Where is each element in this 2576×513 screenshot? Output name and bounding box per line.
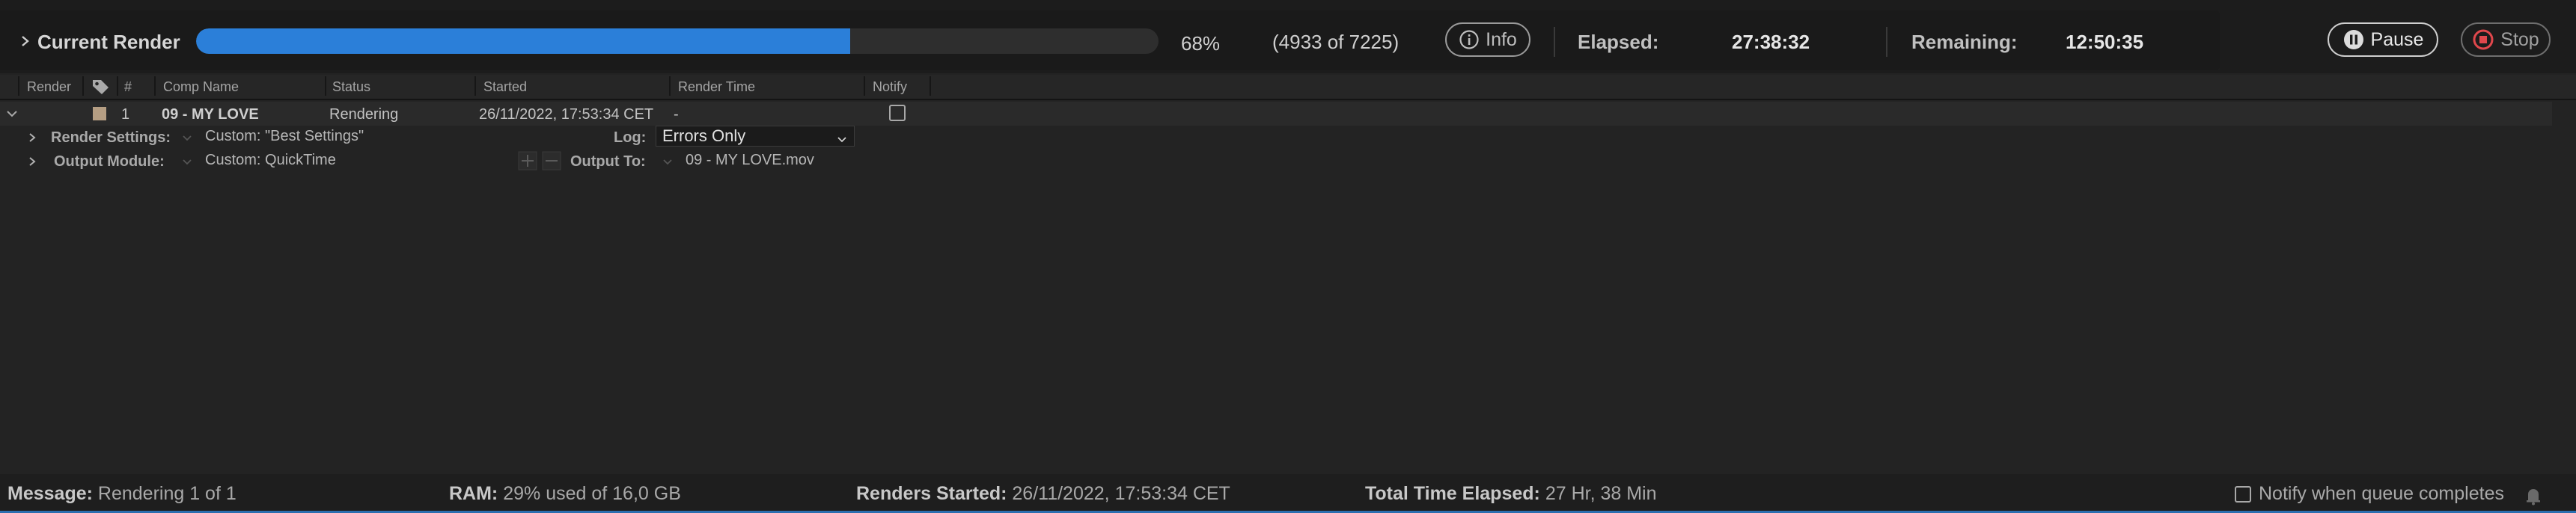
render-progress-fill bbox=[196, 28, 851, 54]
info-icon bbox=[1459, 29, 1480, 50]
chevron-down-icon bbox=[836, 130, 848, 143]
message-label: Message: bbox=[7, 483, 93, 504]
render-settings-dropdown-icon[interactable] bbox=[181, 132, 193, 144]
column-render-time[interactable]: Render Time bbox=[678, 79, 755, 95]
pause-button-label: Pause bbox=[2370, 28, 2424, 50]
render-queue-column-header: Render # Comp Name Status Started Render… bbox=[0, 75, 2576, 100]
column-divider bbox=[117, 76, 118, 96]
collapse-item-chevron-icon[interactable] bbox=[4, 106, 19, 121]
total-elapsed-value: 27 Hr, 38 Min bbox=[1545, 483, 1657, 504]
expand-render-settings-chevron-icon[interactable] bbox=[25, 130, 39, 145]
render-queue-item-row[interactable]: 1 09 - MY LOVE Rendering 26/11/2022, 17:… bbox=[0, 102, 2552, 126]
renders-started-value: 26/11/2022, 17:53:34 CET bbox=[1012, 483, 1230, 504]
stop-button[interactable]: Stop bbox=[2461, 22, 2551, 57]
column-comp-name[interactable]: Comp Name bbox=[163, 79, 239, 95]
column-divider bbox=[864, 76, 865, 96]
renders-started-label: Renders Started: bbox=[856, 483, 1007, 504]
item-status: Rendering bbox=[329, 106, 399, 123]
elapsed-value: 27:38:32 bbox=[1732, 31, 1810, 53]
remove-output-module-icon[interactable] bbox=[542, 151, 561, 171]
ram-label: RAM: bbox=[449, 483, 498, 504]
pause-icon bbox=[2342, 28, 2365, 51]
item-render-time: - bbox=[674, 106, 679, 123]
stop-button-label: Stop bbox=[2500, 28, 2539, 50]
item-notify-checkbox[interactable] bbox=[889, 105, 906, 121]
remaining-value: 12:50:35 bbox=[2066, 31, 2144, 53]
output-module-label: Output Module: bbox=[54, 153, 165, 170]
render-progress-bar bbox=[196, 28, 1159, 54]
pause-button[interactable]: Pause bbox=[2328, 22, 2438, 57]
item-index: 1 bbox=[121, 106, 130, 123]
output-module-dropdown-icon[interactable] bbox=[181, 156, 193, 168]
info-button[interactable]: Info bbox=[1445, 22, 1530, 57]
item-started: 26/11/2022, 17:53:34 CET bbox=[479, 106, 654, 123]
current-render-title: Current Render bbox=[37, 31, 180, 53]
output-module-value[interactable]: Custom: QuickTime bbox=[205, 151, 336, 169]
log-label: Log: bbox=[614, 129, 647, 146]
column-notify[interactable]: Notify bbox=[873, 79, 907, 95]
notification-bell-icon[interactable] bbox=[2522, 485, 2545, 507]
column-render[interactable]: Render bbox=[27, 79, 71, 95]
column-status[interactable]: Status bbox=[332, 79, 370, 95]
column-divider bbox=[930, 76, 931, 96]
render-settings-value[interactable]: Custom: "Best Settings" bbox=[205, 127, 364, 145]
column-divider bbox=[82, 76, 84, 96]
column-divider bbox=[18, 76, 19, 96]
label-tag-icon[interactable] bbox=[91, 78, 111, 96]
column-started[interactable]: Started bbox=[483, 79, 527, 95]
column-divider bbox=[669, 76, 671, 96]
progress-percent: 68% bbox=[1181, 32, 1221, 55]
total-elapsed-label: Total Time Elapsed: bbox=[1365, 483, 1540, 504]
log-select[interactable]: Errors Only bbox=[656, 126, 855, 147]
notify-queue-checkbox[interactable] bbox=[2235, 486, 2251, 503]
frames-count: (4933 of 7225) bbox=[1272, 31, 1400, 53]
column-divider bbox=[154, 76, 156, 96]
ram-value: 29% used of 16,0 GB bbox=[503, 483, 681, 504]
column-divider bbox=[325, 76, 326, 96]
divider bbox=[1554, 27, 1555, 57]
output-to-filename[interactable]: 09 - MY LOVE.mov bbox=[686, 151, 814, 169]
footer-ram: RAM: 29% used of 16,0 GB bbox=[449, 482, 681, 506]
add-output-module-icon[interactable] bbox=[518, 151, 537, 171]
render-settings-label: Render Settings: bbox=[51, 129, 171, 146]
footer-total-elapsed: Total Time Elapsed: 27 Hr, 38 Min bbox=[1365, 482, 1657, 506]
stop-icon bbox=[2472, 28, 2494, 51]
column-divider bbox=[474, 76, 476, 96]
elapsed-label: Elapsed: bbox=[1578, 31, 1659, 53]
expand-output-module-chevron-icon[interactable] bbox=[25, 154, 39, 169]
notify-queue-label[interactable]: Notify when queue completes bbox=[2259, 482, 2504, 506]
message-value: Rendering 1 of 1 bbox=[97, 483, 236, 504]
item-comp-name[interactable]: 09 - MY LOVE bbox=[162, 106, 259, 123]
column-number[interactable]: # bbox=[124, 79, 132, 95]
remaining-label: Remaining: bbox=[1911, 31, 2018, 53]
output-to-dropdown-icon[interactable] bbox=[662, 156, 674, 168]
divider bbox=[1886, 27, 1887, 57]
log-select-value: Errors Only bbox=[662, 126, 746, 145]
item-label-color-swatch[interactable] bbox=[93, 107, 106, 120]
expand-current-render-chevron-icon[interactable] bbox=[16, 30, 34, 52]
footer-renders-started: Renders Started: 26/11/2022, 17:53:34 CE… bbox=[856, 482, 1230, 506]
current-render-bar: Current Render 68% (4933 of 7225) Info E… bbox=[0, 0, 2576, 73]
info-button-label: Info bbox=[1486, 28, 1517, 50]
render-queue-status-bar: Message: Rendering 1 of 1 RAM: 29% used … bbox=[0, 474, 2576, 513]
footer-message: Message: Rendering 1 of 1 bbox=[7, 482, 236, 506]
output-to-label: Output To: bbox=[570, 153, 646, 170]
